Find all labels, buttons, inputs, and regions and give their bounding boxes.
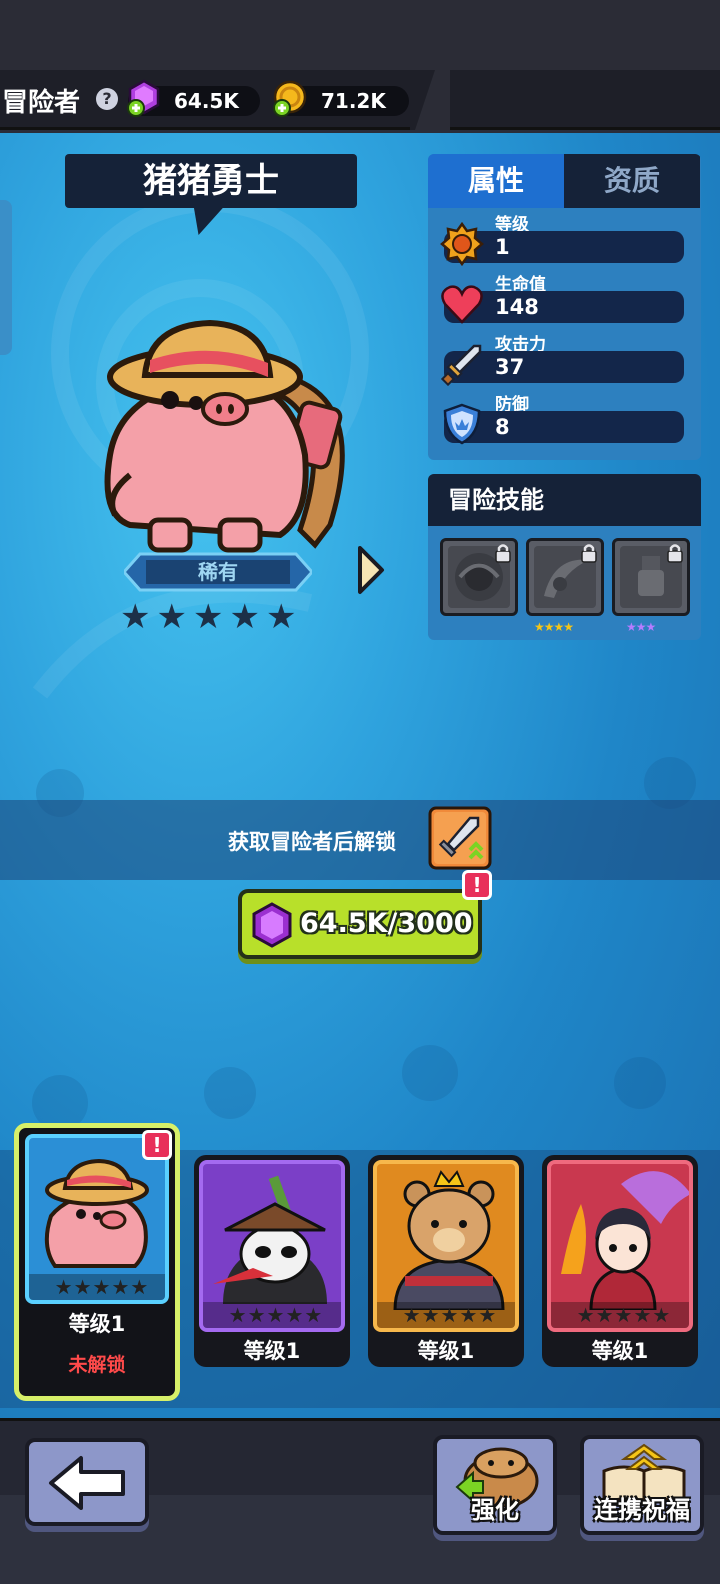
unlock-purchase-button[interactable]: 64.5K/3000 bbox=[238, 889, 482, 959]
stats-panel: 属性 资质 等级 1 生命值 148 攻击力 37 防御 8 bbox=[428, 154, 701, 460]
panda-ninja-icon bbox=[213, 1175, 327, 1304]
skill-2-stars: ★★★★ bbox=[534, 620, 574, 634]
gem-count: 64.5K bbox=[174, 89, 239, 113]
hero-card-panda[interactable]: ★★★★★ 等级1 bbox=[194, 1155, 350, 1367]
hero-card-bear-king[interactable]: ★★★★★ 等级1 bbox=[368, 1155, 524, 1367]
pig-warrior-portrait bbox=[104, 319, 345, 553]
skill-slot-2[interactable] bbox=[526, 538, 604, 616]
pig-warrior-icon bbox=[44, 1158, 149, 1268]
lock-icon bbox=[495, 544, 511, 563]
sword-icon bbox=[440, 344, 482, 386]
star-icon: ★ bbox=[229, 597, 260, 637]
tab-aptitude[interactable]: 资质 bbox=[564, 154, 700, 208]
enhance-label: 强化 bbox=[471, 1496, 519, 1524]
star-icon: ★ bbox=[120, 597, 151, 637]
card-level: 等级1 bbox=[591, 1339, 649, 1363]
card-locked-status: 未解锁 bbox=[68, 1354, 126, 1376]
heart-icon bbox=[441, 285, 483, 324]
next-hero-arrow-icon[interactable] bbox=[356, 545, 386, 595]
unlock-hint: 获取冒险者后解锁 bbox=[228, 830, 396, 854]
card-stars: ★★★★★ bbox=[551, 1302, 689, 1328]
stat-defense: 防御 8 bbox=[428, 390, 701, 450]
shield-icon bbox=[443, 403, 481, 445]
card-level: 等级1 bbox=[243, 1339, 301, 1363]
star-icon: ★ bbox=[156, 597, 187, 637]
skill-3-stars: ★★★ bbox=[626, 620, 656, 634]
coin-plus-icon[interactable] bbox=[270, 78, 310, 118]
bear-king-icon bbox=[393, 1170, 505, 1310]
stat-hp: 生命值 148 bbox=[428, 270, 701, 330]
hero-star-rating: ★ ★ ★ ★ ★ bbox=[120, 600, 296, 634]
arrow-left-icon bbox=[49, 1456, 125, 1510]
stat-value: 1 bbox=[495, 235, 510, 259]
card-stars: ★★★★★ bbox=[377, 1302, 515, 1328]
side-drawer-handle[interactable] bbox=[0, 200, 12, 355]
alert-badge: ! bbox=[142, 1130, 172, 1160]
skill-slot-1[interactable] bbox=[440, 538, 518, 616]
skills-title: 冒险技能 bbox=[428, 474, 701, 526]
page-title: 冒险者 bbox=[2, 88, 81, 118]
rarity-label: 稀有 bbox=[198, 560, 238, 584]
star-icon: ★ bbox=[192, 597, 224, 637]
blessing-button[interactable]: 连携祝福 bbox=[580, 1435, 704, 1535]
blessing-label: 连携祝福 bbox=[594, 1496, 690, 1524]
alert-badge: ! bbox=[462, 870, 492, 900]
card-portrait: ★★★★★ bbox=[547, 1160, 693, 1332]
enhance-button[interactable]: 强化 bbox=[433, 1435, 557, 1535]
card-stars: ★★★★★ bbox=[29, 1274, 165, 1300]
level-badge-icon bbox=[440, 222, 484, 266]
skill-slot-3[interactable] bbox=[612, 538, 690, 616]
hero-name: 猪猪勇士 bbox=[65, 154, 357, 208]
stat-attack: 攻击力 37 bbox=[428, 330, 701, 390]
card-level: 等级1 bbox=[68, 1312, 126, 1336]
card-portrait: ★★★★★ bbox=[373, 1160, 519, 1332]
status-bar-area bbox=[0, 0, 720, 70]
dragon-mage-icon bbox=[561, 1171, 689, 1310]
star-icon: ★ bbox=[265, 597, 297, 637]
resource-bar: 冒险者 ? 64.5K 71.2K bbox=[0, 70, 720, 130]
hero-card-pig-warrior[interactable]: ★★★★★ 等级1 未解锁 bbox=[14, 1123, 180, 1401]
stat-value: 8 bbox=[495, 415, 510, 439]
tab-attributes[interactable]: 属性 bbox=[428, 154, 564, 208]
stat-value: 148 bbox=[495, 295, 539, 319]
skills-panel: 冒险技能 ★★★★ ★★★ bbox=[428, 474, 701, 640]
stat-value: 37 bbox=[495, 355, 525, 379]
lock-icon bbox=[581, 544, 597, 563]
bar-divider bbox=[410, 70, 450, 130]
stat-level: 等级 1 bbox=[428, 210, 701, 270]
back-button[interactable] bbox=[25, 1438, 149, 1526]
gem-icon bbox=[252, 902, 292, 948]
unlock-cost: 64.5K/3000 bbox=[300, 908, 473, 939]
card-stars: ★★★★★ bbox=[203, 1302, 341, 1328]
coin-count: 71.2K bbox=[321, 89, 386, 113]
upgrade-sword-icon[interactable] bbox=[428, 806, 492, 870]
lock-icon bbox=[667, 544, 683, 563]
card-portrait: ★★★★★ bbox=[199, 1160, 345, 1332]
card-level: 等级1 bbox=[417, 1339, 475, 1363]
gem-plus-icon[interactable] bbox=[124, 78, 164, 118]
rarity-badge: 稀有 bbox=[124, 552, 312, 592]
hero-card-dragon-mage[interactable]: ★★★★★ 等级1 bbox=[542, 1155, 698, 1367]
help-icon[interactable]: ? bbox=[96, 88, 118, 110]
